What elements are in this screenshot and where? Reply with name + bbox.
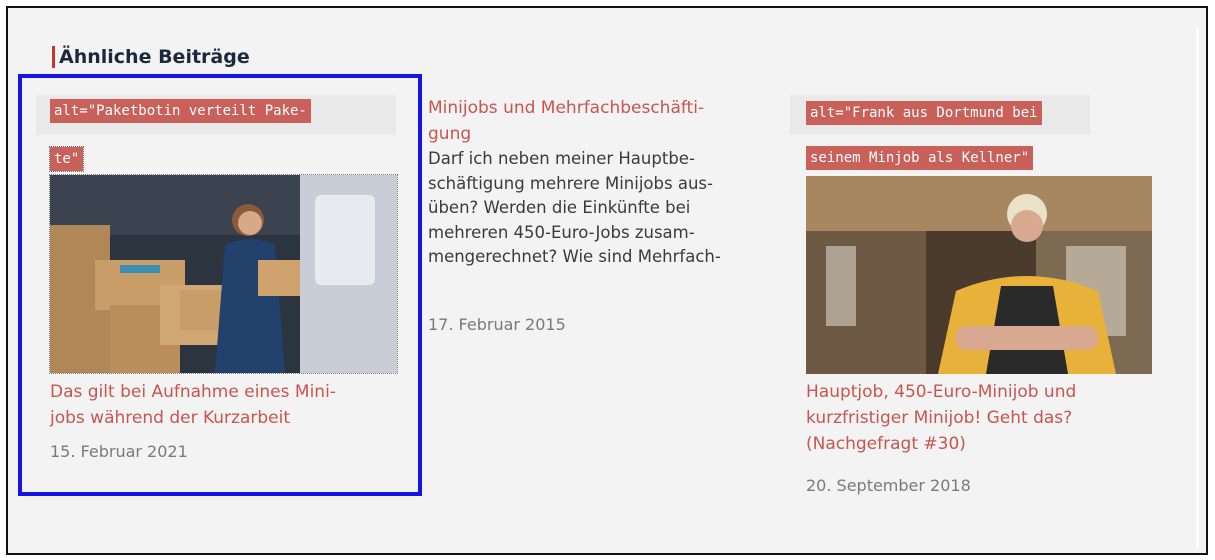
teaser-line: üben? Werden die Einkünfte bei <box>428 198 691 217</box>
scroll-edge <box>1196 28 1199 548</box>
article-title[interactable]: Hauptjob, 450-Euro-Minijob und kurzfrist… <box>806 379 1076 457</box>
alt-text-label: alt="Frank aus Dortmund bei <box>806 101 1042 125</box>
teaser-line: mehreren 450-Euro-Jobs zusam- <box>428 222 695 242</box>
teaser-line: schäftigung mehrere Minijobs aus- <box>428 173 713 193</box>
article-title-line[interactable]: Minijobs und Mehrfachbeschäfti- <box>428 95 704 121</box>
article-image-waiter[interactable] <box>806 176 1152 374</box>
waiter-photo-icon <box>806 176 1152 374</box>
article-date: 17. Februar 2015 <box>428 315 566 334</box>
teaser-line: mengerechnet? Wie sind Mehrfach- <box>428 247 721 266</box>
alt-text-line: alt="Frank aus Dortmund bei <box>806 101 1042 125</box>
article-title-line[interactable]: Hauptjob, 450-Euro-Minijob und <box>806 379 1076 405</box>
article-date: 20. September 2018 <box>806 476 971 495</box>
article-title-line[interactable]: (Nachgefragt #30) <box>806 431 1076 457</box>
article-title[interactable]: Minijobs und Mehrfachbeschäfti- gung <box>428 95 704 147</box>
alt-text-label: seinem Minjob als Kellner" <box>806 146 1034 170</box>
teaser-line: Darf ich neben meiner Hauptbe- <box>428 149 695 168</box>
article-teaser: Darf ich neben meiner Hauptbe- schäftigu… <box>428 147 721 270</box>
article-title-line[interactable]: gung <box>428 121 704 147</box>
alt-text-line: seinem Minjob als Kellner" <box>806 146 1034 170</box>
article-title-line[interactable]: kurzfristiger Minijob! Geht das? <box>806 405 1076 431</box>
selection-highlight <box>18 74 422 496</box>
section-heading: Ähnliche Beiträge <box>52 46 250 68</box>
